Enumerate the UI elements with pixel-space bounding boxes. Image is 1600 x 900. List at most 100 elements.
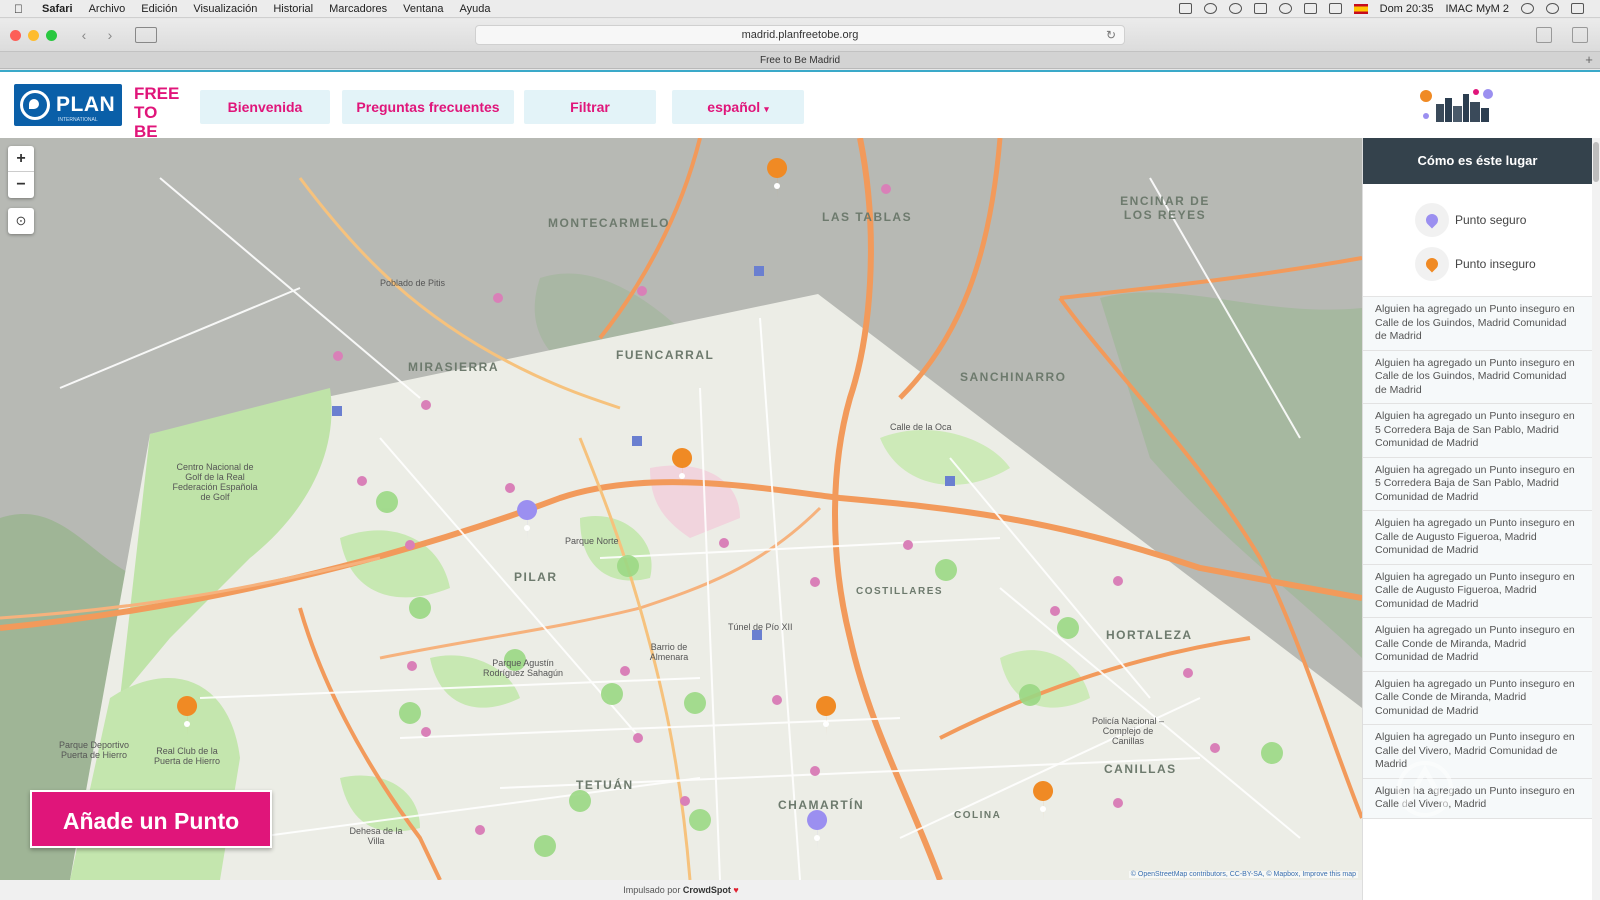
zoom-in-button[interactable]: + <box>8 146 34 172</box>
map-place-poblado-pitis: Poblado de Pitis <box>380 278 446 288</box>
menubar-user[interactable]: IMAC MyM 2 <box>1445 3 1509 15</box>
feed-item[interactable]: Alguien ha agregado un Punto inseguro en… <box>1363 297 1592 351</box>
zoom-window-button[interactable] <box>46 29 57 41</box>
feed-item[interactable]: Alguien ha agregado un Punto inseguro en… <box>1363 457 1592 511</box>
time-machine-icon[interactable] <box>1228 3 1242 14</box>
map-label-sanchinarro: SANCHINARRO <box>960 370 1067 384</box>
apple-menu-icon[interactable]:  <box>14 2 28 16</box>
powered-by-text: Impulsado por <box>623 885 681 895</box>
address-bar[interactable]: madrid.planfreetobe.org ↻ <box>475 25 1125 45</box>
nav-bienvenida[interactable]: Bienvenida <box>200 90 330 124</box>
language-select[interactable]: español ▾ <box>672 90 804 124</box>
feed-item[interactable]: Alguien ha agregado un Punto inseguro en… <box>1363 671 1592 725</box>
map-label-chamartin: CHAMARTÍN <box>778 798 865 812</box>
panel-title: Cómo es éste lugar <box>1363 138 1592 184</box>
menu-archivo[interactable]: Archivo <box>89 3 126 15</box>
plan-logo-subtext: INTERNATIONAL <box>58 117 98 123</box>
map-label-mirasierra: MIRASIERRA <box>408 360 500 374</box>
tab-strip: Free to Be Madrid + <box>0 51 1600 69</box>
nav-filtrar-label: Filtrar <box>570 99 610 115</box>
map-label-hortaleza: HORTALEZA <box>1106 628 1193 642</box>
tab-title[interactable]: Free to Be Madrid <box>760 55 840 66</box>
menu-marcadores[interactable]: Marcadores <box>329 3 387 15</box>
volume-icon[interactable] <box>1328 3 1342 14</box>
feed-item[interactable]: Alguien ha agregado un Punto inseguro en… <box>1363 564 1592 618</box>
map-place-tunel: Túnel de Pío XII <box>728 622 793 632</box>
menu-ventana[interactable]: Ventana <box>403 3 443 15</box>
minimize-window-button[interactable] <box>28 29 39 41</box>
menu-edicion[interactable]: Edición <box>141 3 177 15</box>
map-place-parque-deportivo: Parque Deportivo Puerta de Hierro <box>58 740 130 760</box>
footer-bar: Impulsado por CrowdSpot ♥ <box>0 880 1362 900</box>
menu-historial[interactable]: Historial <box>273 3 313 15</box>
menu-ayuda[interactable]: Ayuda <box>460 3 491 15</box>
tab-overview-icon[interactable] <box>1572 27 1588 43</box>
feed-item[interactable]: Alguien ha agregado un Punto inseguro en… <box>1363 618 1592 672</box>
nav-preguntas-frecuentes[interactable]: Preguntas frecuentes <box>342 90 514 124</box>
map-label-colina: COLINA <box>954 810 1002 821</box>
dropbox-icon[interactable] <box>1178 3 1192 14</box>
tv-channel-watermark-logo <box>1397 761 1453 817</box>
menu-app-name[interactable]: Safari <box>42 3 73 15</box>
legend-unsafe[interactable]: Punto inseguro <box>1363 242 1592 286</box>
nav-filtrar[interactable]: Filtrar <box>524 90 656 124</box>
spotlight-search-icon[interactable] <box>1521 3 1534 14</box>
new-tab-icon[interactable]: + <box>1582 53 1596 67</box>
zoom-out-button[interactable]: − <box>8 172 34 198</box>
map-place-golf: Centro Nacional de Golf de la Real Feder… <box>172 462 258 502</box>
zoom-control: + − <box>8 146 34 198</box>
map-view[interactable]: MONTECARMELO LAS TABLAS ENCINAR DE LOS R… <box>0 138 1362 880</box>
caret-down-icon: ▾ <box>764 104 769 114</box>
legend-safe-label: Punto seguro <box>1455 213 1527 227</box>
menu-visualizacion[interactable]: Visualización <box>193 3 257 15</box>
map-label-pilar: PILAR <box>514 570 558 584</box>
sidebar-toggle-icon[interactable] <box>135 27 157 43</box>
feed-item[interactable]: Alguien ha agregado un Punto inseguro en… <box>1363 350 1592 404</box>
feed-item[interactable]: Alguien ha agregado un Punto inseguro en… <box>1363 511 1592 565</box>
airplay-icon[interactable] <box>1303 3 1317 14</box>
close-window-button[interactable] <box>10 29 21 41</box>
browser-toolbar: ‹ › madrid.planfreetobe.org ↻ <box>0 19 1600 51</box>
map-place-calle-oca: Calle de la Oca <box>890 422 952 432</box>
add-point-button[interactable]: Añade un Punto <box>30 790 272 848</box>
feed-item[interactable]: Alguien ha agregado un Punto inseguro en… <box>1363 404 1592 458</box>
plan-logo[interactable]: PLAN INTERNATIONAL <box>14 84 122 126</box>
free-to-be-logo[interactable]: FREE TO BE <box>134 84 184 141</box>
forward-arrow-icon[interactable]: › <box>101 25 119 45</box>
sync-icon[interactable] <box>1203 3 1217 14</box>
bluetooth-icon[interactable] <box>1253 3 1267 14</box>
map-place-parque-norte: Parque Norte <box>565 536 619 546</box>
scrollbar-thumb[interactable] <box>1593 142 1599 182</box>
siri-icon[interactable] <box>1546 3 1559 14</box>
legend-safe[interactable]: Punto seguro <box>1363 198 1592 242</box>
menubar-clock[interactable]: Dom 20:35 <box>1380 3 1434 15</box>
crowdspot-link[interactable]: CrowdSpot <box>683 885 731 895</box>
spanish-flag-icon[interactable] <box>1353 3 1368 14</box>
back-arrow-icon[interactable]: ‹ <box>75 25 93 45</box>
map-label-canillas: CANILLAS <box>1104 762 1177 776</box>
map-place-dehesa: Dehesa de la Villa <box>349 826 403 846</box>
locate-button[interactable]: ⊙ <box>8 208 34 234</box>
plan-globe-icon <box>20 90 50 120</box>
safe-pin-legend-icon <box>1415 203 1449 237</box>
nav-faq-label: Preguntas frecuentes <box>356 99 500 115</box>
map-place-policia: Policía Nacional – Complejo de Canillas <box>1091 716 1165 746</box>
reload-icon[interactable]: ↻ <box>1106 26 1116 44</box>
notification-center-icon[interactable] <box>1571 3 1584 14</box>
legend-unsafe-label: Punto inseguro <box>1455 257 1536 271</box>
wifi-icon[interactable] <box>1278 3 1292 14</box>
map-label-costillares: COSTILLARES <box>856 586 944 597</box>
map-label-montecarmelo: MONTECARMELO <box>548 216 670 230</box>
map-attribution[interactable]: © OpenStreetMap contributors, CC-BY-SA, … <box>1128 871 1358 878</box>
crowdspot-heart-icon: ♥ <box>733 885 739 895</box>
unsafe-pin-legend-icon <box>1415 247 1449 281</box>
map-label-las-tablas: LAS TABLAS <box>822 210 913 224</box>
site-header: PLAN INTERNATIONAL FREE TO BE Bienvenida… <box>0 70 1600 141</box>
address-url: madrid.planfreetobe.org <box>741 29 859 41</box>
panel-scrollbar[interactable] <box>1592 138 1600 900</box>
language-label: español <box>707 99 761 115</box>
legend: Punto seguro Punto inseguro <box>1363 184 1592 297</box>
share-icon[interactable] <box>1536 27 1552 43</box>
target-icon: ⊙ <box>15 213 27 228</box>
map-label-fuencarral: FUENCARRAL <box>616 348 715 362</box>
